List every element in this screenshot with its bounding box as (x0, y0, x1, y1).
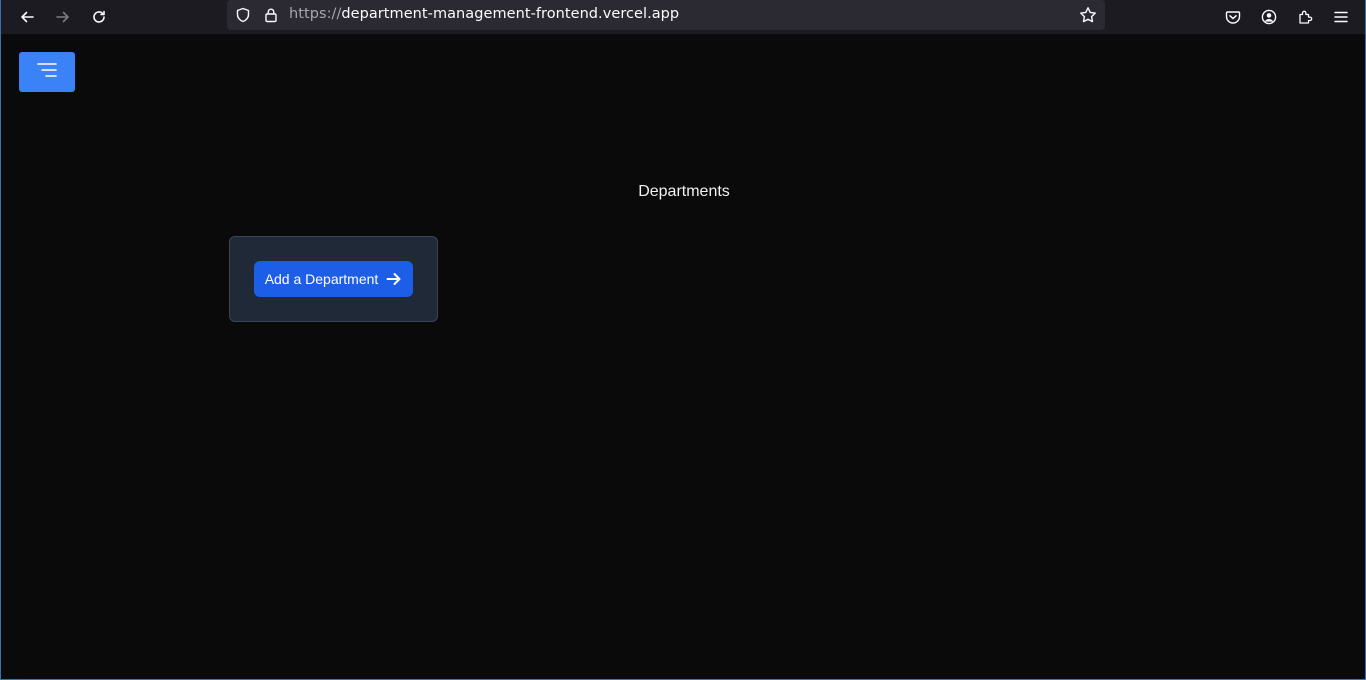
menu-lines-icon (36, 61, 58, 83)
star-icon[interactable] (1079, 6, 1097, 24)
page-title: Departments (638, 183, 730, 200)
app-menu-button[interactable] (1327, 3, 1355, 31)
add-department-card: Add a Department (229, 236, 438, 322)
arrow-right-icon (386, 272, 402, 286)
extensions-button[interactable] (1291, 3, 1319, 31)
back-button[interactable] (13, 3, 41, 31)
page-content: Departments Add a Department (2, 35, 1365, 679)
hamburger-menu-icon (1333, 9, 1349, 25)
back-arrow-icon (19, 9, 35, 25)
url-scheme: https:// (289, 6, 342, 22)
add-department-label: Add a Department (264, 271, 379, 287)
lock-icon[interactable] (262, 6, 280, 24)
sidebar-toggle-button[interactable] (19, 52, 75, 92)
forward-arrow-icon (55, 9, 71, 25)
browser-window: https://department-management-frontend.v… (0, 0, 1366, 680)
add-department-button[interactable]: Add a Department (254, 261, 413, 297)
url-host: department-management-frontend.vercel.ap… (341, 6, 680, 22)
url-text[interactable]: https://department-management-frontend.v… (289, 6, 679, 22)
pocket-button[interactable] (1219, 3, 1247, 31)
account-icon (1261, 9, 1277, 25)
browser-toolbar: https://department-management-frontend.v… (1, 0, 1365, 35)
pocket-icon (1225, 9, 1241, 25)
reload-icon (91, 9, 107, 25)
reload-button[interactable] (85, 3, 113, 31)
extensions-icon (1297, 9, 1313, 25)
url-bar[interactable]: https://department-management-frontend.v… (227, 0, 1105, 30)
tracking-protection-shield-icon[interactable] (234, 6, 252, 24)
forward-button[interactable] (49, 3, 77, 31)
account-button[interactable] (1255, 3, 1283, 31)
